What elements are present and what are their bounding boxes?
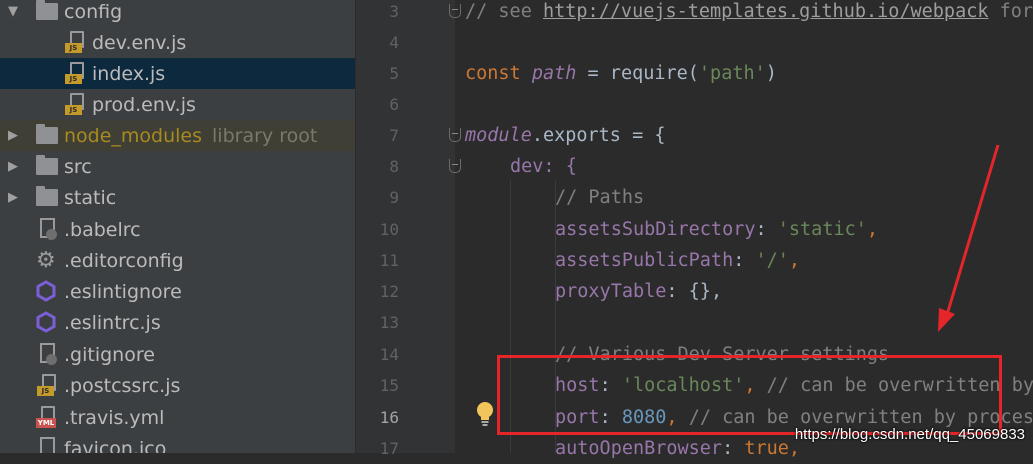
tree-item-index-js[interactable]: JS index.js: [0, 58, 355, 89]
tree-item-label: .eslintignore: [64, 280, 182, 303]
folder-icon: [36, 186, 58, 206]
tree-item-label: .eslintrc.js: [64, 311, 161, 334]
tree-item-favicon-ico[interactable]: favicon.ico: [0, 433, 355, 453]
code-line-3: // see http://vuejs-templates.github.io/…: [465, 1, 1033, 22]
tree-item-label: dev.env.js: [92, 31, 187, 54]
line-number: 5: [389, 64, 399, 83]
line-number-current: 16: [379, 408, 399, 427]
line-number: 14: [379, 345, 399, 364]
tree-item-label: prod.env.js: [92, 93, 196, 116]
tree-item-label: .travis.yml: [64, 406, 165, 429]
collapsed-arrow-icon[interactable]: ▶: [6, 128, 20, 143]
line-number: 11: [379, 251, 399, 270]
line-number: 12: [379, 282, 399, 301]
tree-item-src[interactable]: ▶ src: [0, 151, 355, 182]
gear-icon: ⚙: [36, 247, 56, 273]
tree-item-postcssrc-js[interactable]: JS .postcssrc.js: [0, 370, 355, 401]
eslint-icon: [36, 280, 56, 302]
fold-marker-icon[interactable]: [449, 4, 461, 18]
tree-item-label: node_modules library root: [64, 124, 318, 147]
folder-icon: [36, 155, 58, 175]
tree-item-babelrc[interactable]: .babelrc: [0, 214, 355, 245]
code-line-9: // Paths: [555, 187, 645, 208]
collapsed-arrow-icon[interactable]: ▶: [6, 159, 20, 174]
code-line-8: dev: {: [510, 156, 577, 177]
line-number: 3: [389, 2, 399, 21]
tree-item-travis-yml[interactable]: YML .travis.yml: [0, 402, 355, 433]
code-line-11: assetsPublicPath: '/',: [555, 250, 801, 271]
project-tree: ▼ config JS dev.env.js JS index.js JS pr…: [0, 0, 355, 453]
code-line-5: const path = require('path'): [465, 63, 777, 84]
config-file-icon: [37, 343, 57, 365]
yml-file-icon: YML: [36, 406, 56, 428]
line-number: 17: [379, 439, 399, 458]
tree-item-label: .postcssrc.js: [64, 374, 181, 397]
line-number: 6: [389, 95, 399, 114]
eslint-icon: [36, 311, 56, 333]
line-number: 13: [379, 313, 399, 332]
code-line-7: module.exports = {: [465, 125, 666, 146]
folder-icon: [36, 0, 58, 20]
lightbulb-icon[interactable]: [474, 400, 496, 426]
fold-marker-icon[interactable]: [449, 128, 461, 142]
line-number: 15: [379, 376, 399, 395]
tree-item-eslintrc-js[interactable]: .eslintrc.js: [0, 307, 355, 338]
line-number: 9: [389, 188, 399, 207]
annotation-arrow-icon: [938, 144, 1000, 332]
tree-item-prod-env-js[interactable]: JS prod.env.js: [0, 89, 355, 120]
image-file-icon: [37, 437, 57, 453]
line-number: 10: [379, 220, 399, 239]
expanded-arrow-icon[interactable]: ▼: [6, 4, 20, 19]
folder-icon: [36, 124, 58, 144]
tree-item-label: .gitignore: [64, 343, 155, 366]
tree-item-editorconfig[interactable]: ⚙ .editorconfig: [0, 245, 355, 276]
js-file-icon: JS: [37, 374, 57, 396]
watermark-text: https://blog.csdn.net/qq_45069833: [794, 426, 1025, 443]
tree-item-gitignore[interactable]: .gitignore: [0, 339, 355, 370]
tree-item-label: src: [64, 155, 92, 178]
tree-item-static[interactable]: ▶ static: [0, 182, 355, 213]
tree-item-dev-env-js[interactable]: JS dev.env.js: [0, 27, 355, 58]
tree-item-label: .editorconfig: [64, 249, 184, 272]
tree-item-label: index.js: [92, 62, 166, 85]
line-number: 4: [389, 33, 399, 52]
tree-item-node-modules[interactable]: ▶ node_modules library root: [0, 120, 355, 151]
code-url-link[interactable]: http://vuejs-templates.github.io/webpack: [543, 1, 989, 22]
line-number: 7: [389, 126, 399, 145]
tree-item-label: favicon.ico: [64, 437, 167, 454]
config-file-icon: [37, 218, 57, 240]
tree-item-label: static: [64, 186, 117, 209]
js-file-icon: JS: [65, 62, 85, 84]
code-line-12: proxyTable: {},: [555, 281, 723, 302]
tree-item-label: config: [64, 0, 123, 23]
fold-marker-icon[interactable]: [449, 159, 461, 173]
collapsed-arrow-icon[interactable]: ▶: [6, 190, 20, 205]
js-file-icon: JS: [65, 31, 85, 53]
annotation-highlight-box: [497, 355, 1002, 435]
code-line-10: assetsSubDirectory: 'static',: [555, 219, 879, 240]
tree-item-label: .babelrc: [64, 218, 141, 241]
line-number: 8: [389, 157, 399, 176]
tree-item-config[interactable]: ▼ config: [0, 0, 355, 27]
library-root-hint: library root: [212, 124, 318, 147]
tree-item-eslintignore[interactable]: .eslintignore: [0, 276, 355, 307]
js-file-icon: JS: [65, 93, 85, 115]
code-line-17: autoOpenBrowser: true,: [555, 438, 801, 459]
